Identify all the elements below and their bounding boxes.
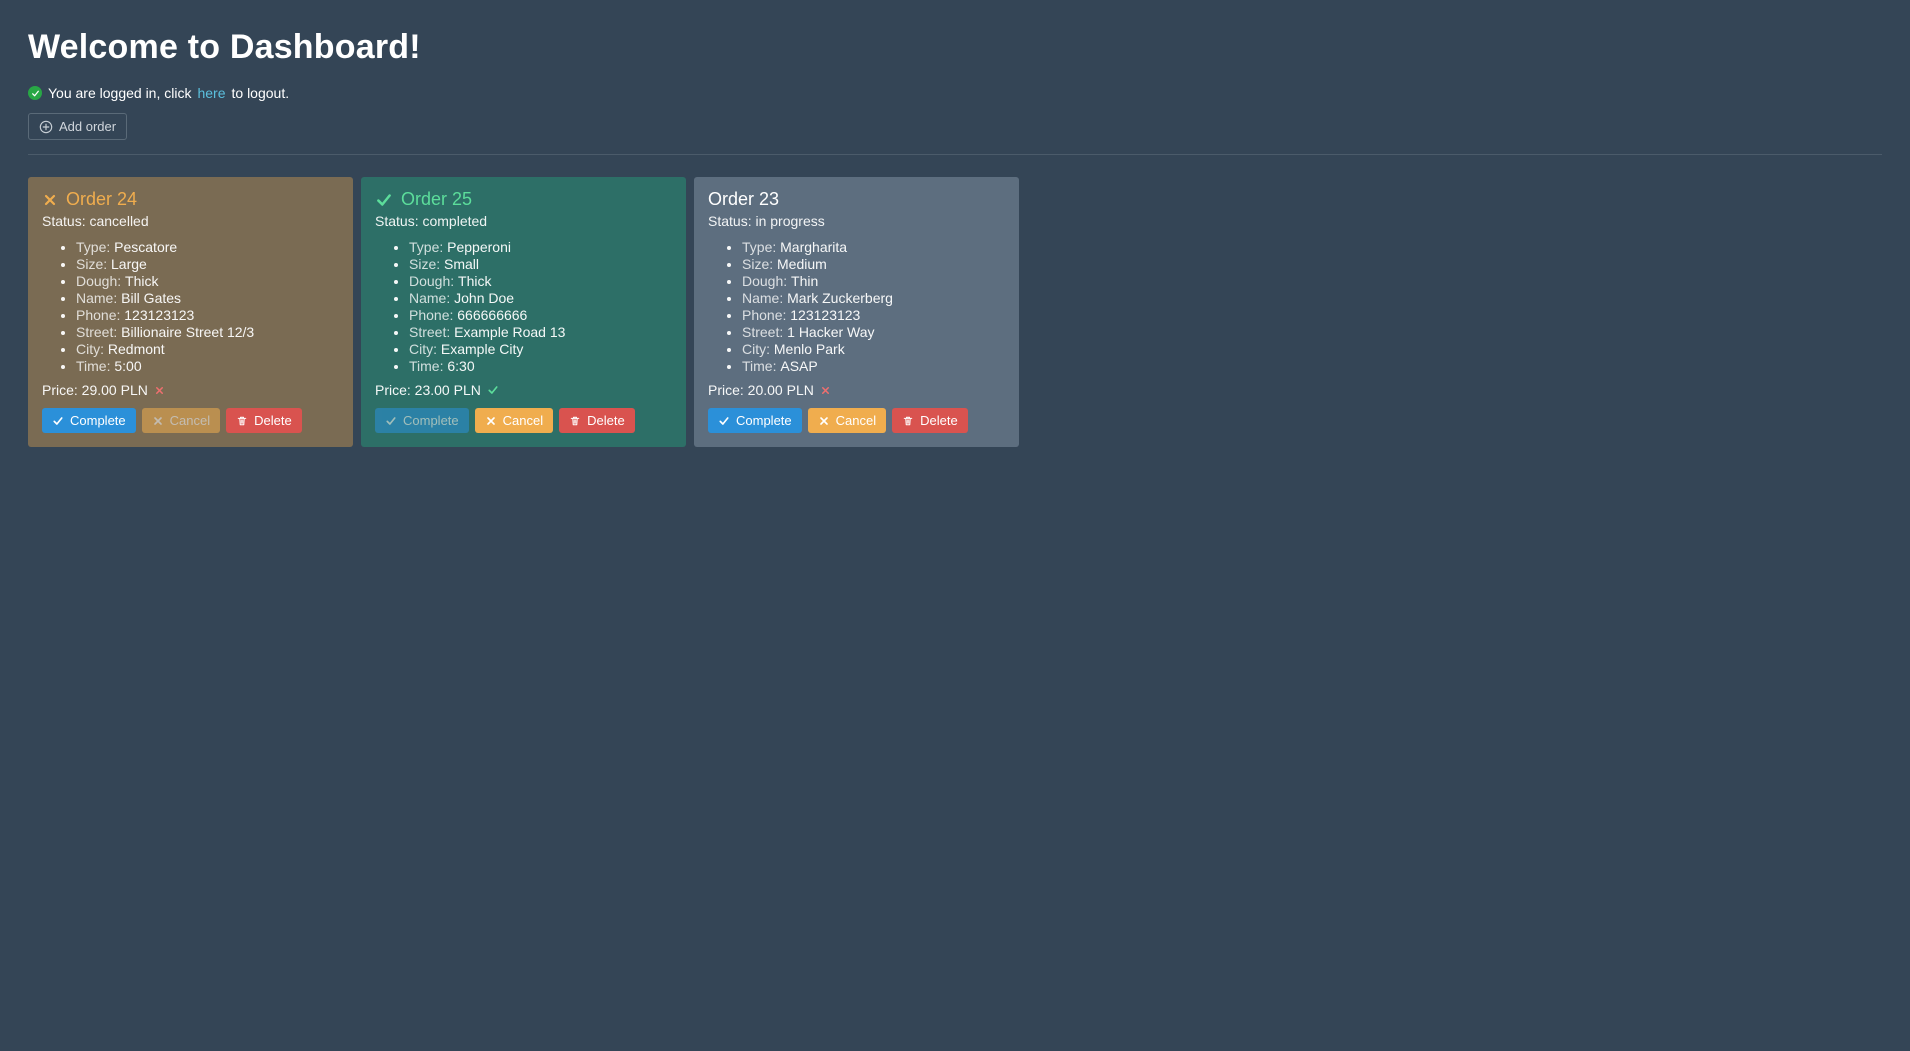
x-icon (818, 415, 830, 427)
complete-label: Complete (403, 413, 459, 428)
order-status: Status: in progress (708, 213, 1005, 229)
delete-button[interactable]: Delete (226, 408, 302, 433)
complete-button: Complete (375, 408, 469, 433)
detail-time: Time: 6:30 (409, 358, 672, 374)
detail-time: Time: ASAP (742, 358, 1005, 374)
complete-label: Complete (70, 413, 126, 428)
check-circle-icon (28, 86, 42, 100)
detail-size: Size: Small (409, 256, 672, 272)
check-icon (52, 415, 64, 427)
detail-city: City: Redmont (76, 341, 339, 357)
trash-icon (902, 415, 914, 427)
order-status: Status: completed (375, 213, 672, 229)
logged-in-message: You are logged in, click here to logout. (28, 85, 1882, 101)
logged-in-suffix: to logout. (232, 85, 290, 101)
complete-label: Complete (736, 413, 792, 428)
order-price: Price: 23.00 PLN (375, 382, 672, 398)
detail-time: Time: 5:00 (76, 358, 339, 374)
x-icon (42, 192, 58, 208)
complete-button[interactable]: Complete (42, 408, 136, 433)
order-title: Order 24 (66, 189, 137, 210)
logged-in-prefix: You are logged in, click (48, 85, 191, 101)
check-icon (375, 191, 393, 209)
detail-dough: Dough: Thick (76, 273, 339, 289)
order-title: Order 25 (401, 189, 472, 210)
cancel-button: Cancel (142, 408, 220, 433)
delete-label: Delete (920, 413, 958, 428)
logout-link[interactable]: here (197, 85, 225, 101)
detail-name: Name: John Doe (409, 290, 672, 306)
divider (28, 154, 1882, 155)
order-details: Type: PepperoniSize: SmallDough: ThickNa… (375, 239, 672, 374)
x-icon (152, 415, 164, 427)
page-title: Welcome to Dashboard! (28, 28, 1882, 67)
cancel-button[interactable]: Cancel (808, 408, 886, 433)
detail-type: Type: Pepperoni (409, 239, 672, 255)
detail-phone: Phone: 123123123 (76, 307, 339, 323)
detail-name: Name: Bill Gates (76, 290, 339, 306)
detail-size: Size: Medium (742, 256, 1005, 272)
order-price: Price: 20.00 PLN (708, 382, 1005, 398)
complete-button[interactable]: Complete (708, 408, 802, 433)
x-icon (154, 385, 165, 396)
detail-city: City: Menlo Park (742, 341, 1005, 357)
x-icon (485, 415, 497, 427)
order-price: Price: 29.00 PLN (42, 382, 339, 398)
cancel-label: Cancel (503, 413, 543, 428)
trash-icon (236, 415, 248, 427)
order-card: Order 24 Status: cancelled Type: Pescatore… (28, 177, 353, 447)
x-icon (820, 385, 831, 396)
order-card: Order 23 Status: in progress Type: Marghar… (694, 177, 1019, 447)
plus-circle-icon (39, 120, 53, 134)
detail-type: Type: Pescatore (76, 239, 339, 255)
check-icon (385, 415, 397, 427)
cancel-label: Cancel (836, 413, 876, 428)
detail-street: Street: 1 Hacker Way (742, 324, 1005, 340)
detail-phone: Phone: 666666666 (409, 307, 672, 323)
trash-icon (569, 415, 581, 427)
detail-name: Name: Mark Zuckerberg (742, 290, 1005, 306)
detail-dough: Dough: Thin (742, 273, 1005, 289)
detail-street: Street: Example Road 13 (409, 324, 672, 340)
add-order-button[interactable]: Add order (28, 113, 127, 140)
detail-size: Size: Large (76, 256, 339, 272)
order-card: Order 25 Status: completed Type: Pepperoni… (361, 177, 686, 447)
delete-label: Delete (254, 413, 292, 428)
check-icon (718, 415, 730, 427)
delete-button[interactable]: Delete (892, 408, 968, 433)
order-details: Type: PescatoreSize: LargeDough: ThickNa… (42, 239, 339, 374)
cancel-label: Cancel (170, 413, 210, 428)
order-title: Order 23 (708, 189, 779, 210)
add-order-label: Add order (59, 119, 116, 134)
check-icon (487, 384, 499, 396)
detail-city: City: Example City (409, 341, 672, 357)
detail-street: Street: Billionaire Street 12/3 (76, 324, 339, 340)
cancel-button[interactable]: Cancel (475, 408, 553, 433)
orders-grid: Order 24 Status: cancelled Type: Pescatore… (28, 177, 1882, 447)
detail-dough: Dough: Thick (409, 273, 672, 289)
detail-phone: Phone: 123123123 (742, 307, 1005, 323)
delete-button[interactable]: Delete (559, 408, 635, 433)
order-status: Status: cancelled (42, 213, 339, 229)
order-details: Type: MargharitaSize: MediumDough: ThinN… (708, 239, 1005, 374)
delete-label: Delete (587, 413, 625, 428)
detail-type: Type: Margharita (742, 239, 1005, 255)
